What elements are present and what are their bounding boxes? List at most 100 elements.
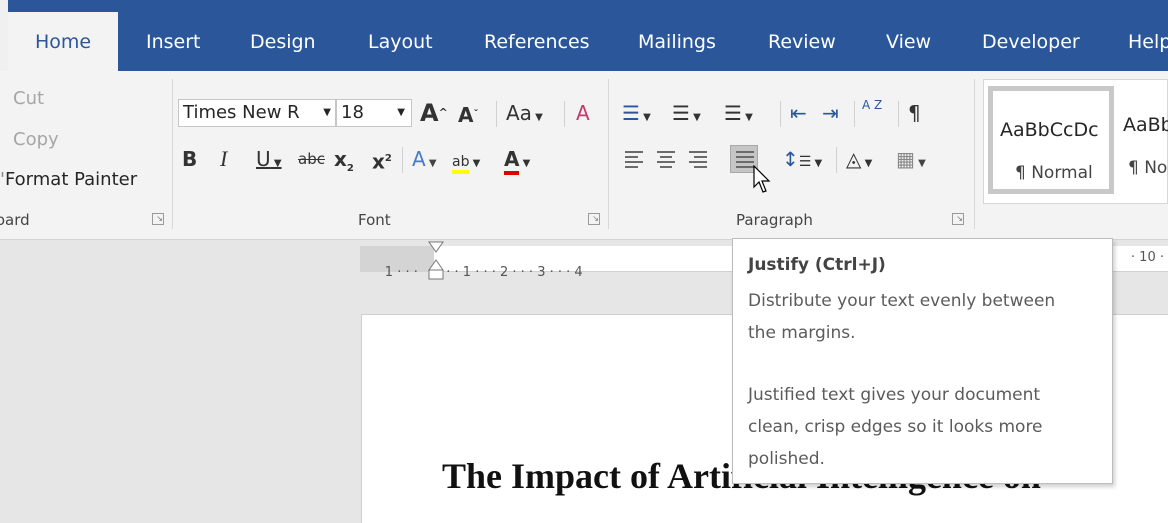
style-no-spacing-name: ¶ No Spac... — [1128, 158, 1168, 178]
shrink-font-icon: A — [458, 103, 474, 127]
font-size-value: 18 — [341, 102, 364, 123]
tab-review[interactable]: Review — [764, 0, 840, 71]
styles-gallery: AaBbCcDc ¶ Normal AaBbCcDc ¶ No Spac... — [983, 79, 1168, 204]
font-color-button[interactable]: A ▼ — [504, 145, 530, 178]
shading-button[interactable]: ◬ ▼ — [846, 145, 872, 178]
text-effects-icon: A — [412, 147, 426, 171]
bullets-icon: ☰ — [622, 101, 640, 125]
clear-formatting-icon[interactable]: A — [576, 99, 590, 127]
clipboard-group-label: Clipboard — [0, 211, 30, 229]
separator — [898, 101, 899, 127]
multilevel-list-button[interactable]: ☰ ▼ — [724, 99, 753, 132]
font-name-value: Times New R — [183, 102, 300, 123]
tab-references[interactable]: References — [480, 0, 594, 71]
separator — [402, 147, 403, 173]
grow-font-icon: A — [420, 99, 439, 127]
mouse-cursor-icon — [753, 165, 771, 193]
tooltip-description-line: Justified text gives your document — [748, 385, 1041, 405]
sort-icon[interactable]: A Z — [862, 99, 882, 112]
text-effects-button[interactable]: A ▼ — [412, 145, 437, 178]
tab-help[interactable]: Help — [1124, 0, 1168, 71]
tooltip-description-line: polished. — [748, 449, 825, 469]
ruler-main-ticks: · · · 1 · · · 2 · · · 3 · · · 4 — [438, 265, 583, 280]
increase-indent-icon[interactable]: ⇥ — [822, 99, 839, 127]
tooltip-description-line: clean, crisp edges so it looks more — [748, 417, 1043, 437]
highlight-button[interactable]: ab ▼ — [452, 145, 480, 178]
shading-icon: ◬ — [846, 147, 862, 171]
line-spacing-button[interactable]: ↕☰ ▼ — [782, 145, 822, 178]
style-normal[interactable]: AaBbCcDc ¶ Normal — [988, 86, 1114, 194]
paragraph-group-label: Paragraph — [736, 211, 813, 229]
style-no-spacing[interactable]: AaBbCcDc ¶ No Spac... — [1118, 86, 1168, 194]
font-dialog-launcher-icon[interactable]: ↘ — [588, 213, 600, 225]
separator — [854, 101, 855, 127]
cut-button[interactable]: Cut — [13, 88, 44, 109]
italic-icon: I — [220, 146, 228, 171]
font-name-dropdown-icon[interactable]: ▼ — [323, 100, 331, 125]
multilevel-list-icon: ☰ — [724, 101, 742, 125]
format-painter-label: Format Painter — [4, 169, 138, 190]
tab-home[interactable]: Home — [8, 12, 119, 71]
highlight-icon: ab — [452, 154, 470, 174]
underline-button[interactable]: U ▼ — [256, 145, 282, 178]
tab-mailings[interactable]: Mailings — [634, 0, 720, 71]
subscript-icon: x — [334, 147, 347, 171]
show-marks-icon[interactable]: ¶ — [908, 99, 921, 127]
tooltip-description-line: the margins. — [748, 323, 856, 343]
tab-view[interactable]: View — [882, 0, 935, 71]
separator — [564, 101, 565, 127]
format-painter-button[interactable]: 'Format Painter — [0, 169, 137, 190]
style-no-spacing-sample: AaBbCcDc — [1123, 114, 1168, 136]
italic-button[interactable]: I — [220, 145, 227, 173]
tab-developer[interactable]: Developer — [978, 0, 1084, 71]
bold-icon: B — [182, 147, 198, 171]
bullets-button[interactable]: ☰ ▼ — [622, 99, 651, 132]
shrink-font-button[interactable]: Aˇ — [458, 101, 478, 129]
font-name-combobox[interactable]: Times New R ▼ — [178, 99, 336, 127]
strikethrough-button[interactable]: abc — [298, 145, 325, 173]
separator — [836, 147, 837, 173]
underline-icon: U — [256, 147, 271, 171]
tab-design[interactable]: Design — [246, 0, 320, 71]
font-size-combobox[interactable]: 18 ▼ — [336, 99, 412, 127]
clipboard-dialog-launcher-icon[interactable]: ↘ — [152, 213, 164, 225]
font-group-label: Font — [358, 211, 391, 229]
copy-button[interactable]: Copy — [13, 129, 59, 150]
style-normal-sample: AaBbCcDc — [1000, 119, 1099, 141]
numbering-button[interactable]: ☰ ▼ — [672, 99, 701, 132]
numbering-icon: ☰ — [672, 101, 690, 125]
superscript-icon: x — [372, 149, 385, 174]
tooltip-description-line: Distribute your text evenly between — [748, 291, 1056, 311]
align-left-button[interactable] — [620, 145, 648, 173]
indent-marker-icon[interactable] — [426, 240, 446, 284]
tab-insert[interactable]: Insert — [142, 0, 205, 71]
borders-button[interactable]: ▦ ▼ — [896, 145, 926, 178]
ribbon-home: Cut Copy 'Format Painter Clipboard ↘ Tim… — [0, 71, 1168, 240]
grow-font-button[interactable]: A^ — [420, 99, 448, 127]
justify-tooltip: Justify (Ctrl+J) Distribute your text ev… — [732, 238, 1113, 484]
subscript-button[interactable]: x2 — [334, 145, 354, 183]
ribbon-tab-bar: Home Insert Design Layout References Mai… — [0, 0, 1168, 71]
decrease-indent-icon[interactable]: ⇤ — [790, 99, 807, 127]
tooltip-title: Justify (Ctrl+J) — [748, 255, 886, 275]
change-case-icon: Aa — [506, 101, 532, 125]
line-spacing-icon: ↕ — [782, 147, 799, 171]
borders-icon: ▦ — [896, 147, 915, 171]
ruler-right-ticks: · 10 · — [1130, 250, 1164, 265]
strikethrough-icon: abc — [298, 150, 325, 168]
separator — [496, 101, 497, 127]
superscript-button[interactable]: x2 — [372, 145, 392, 176]
style-normal-name: ¶ Normal — [1015, 163, 1093, 183]
align-right-button[interactable] — [684, 145, 712, 173]
group-divider — [608, 79, 609, 229]
ruler-ticks: 1 · · · · · · 1 · · · 2 · · · 3 · · · 4 — [360, 250, 583, 295]
paragraph-dialog-launcher-icon[interactable]: ↘ — [952, 213, 964, 225]
font-color-icon: A — [504, 147, 520, 175]
align-center-button[interactable] — [652, 145, 680, 173]
font-size-dropdown-icon[interactable]: ▼ — [397, 100, 405, 125]
bold-button[interactable]: B — [182, 145, 197, 173]
group-divider — [974, 79, 975, 229]
change-case-button[interactable]: Aa ▼ — [506, 99, 543, 132]
tab-layout[interactable]: Layout — [364, 0, 437, 71]
separator — [780, 101, 781, 127]
